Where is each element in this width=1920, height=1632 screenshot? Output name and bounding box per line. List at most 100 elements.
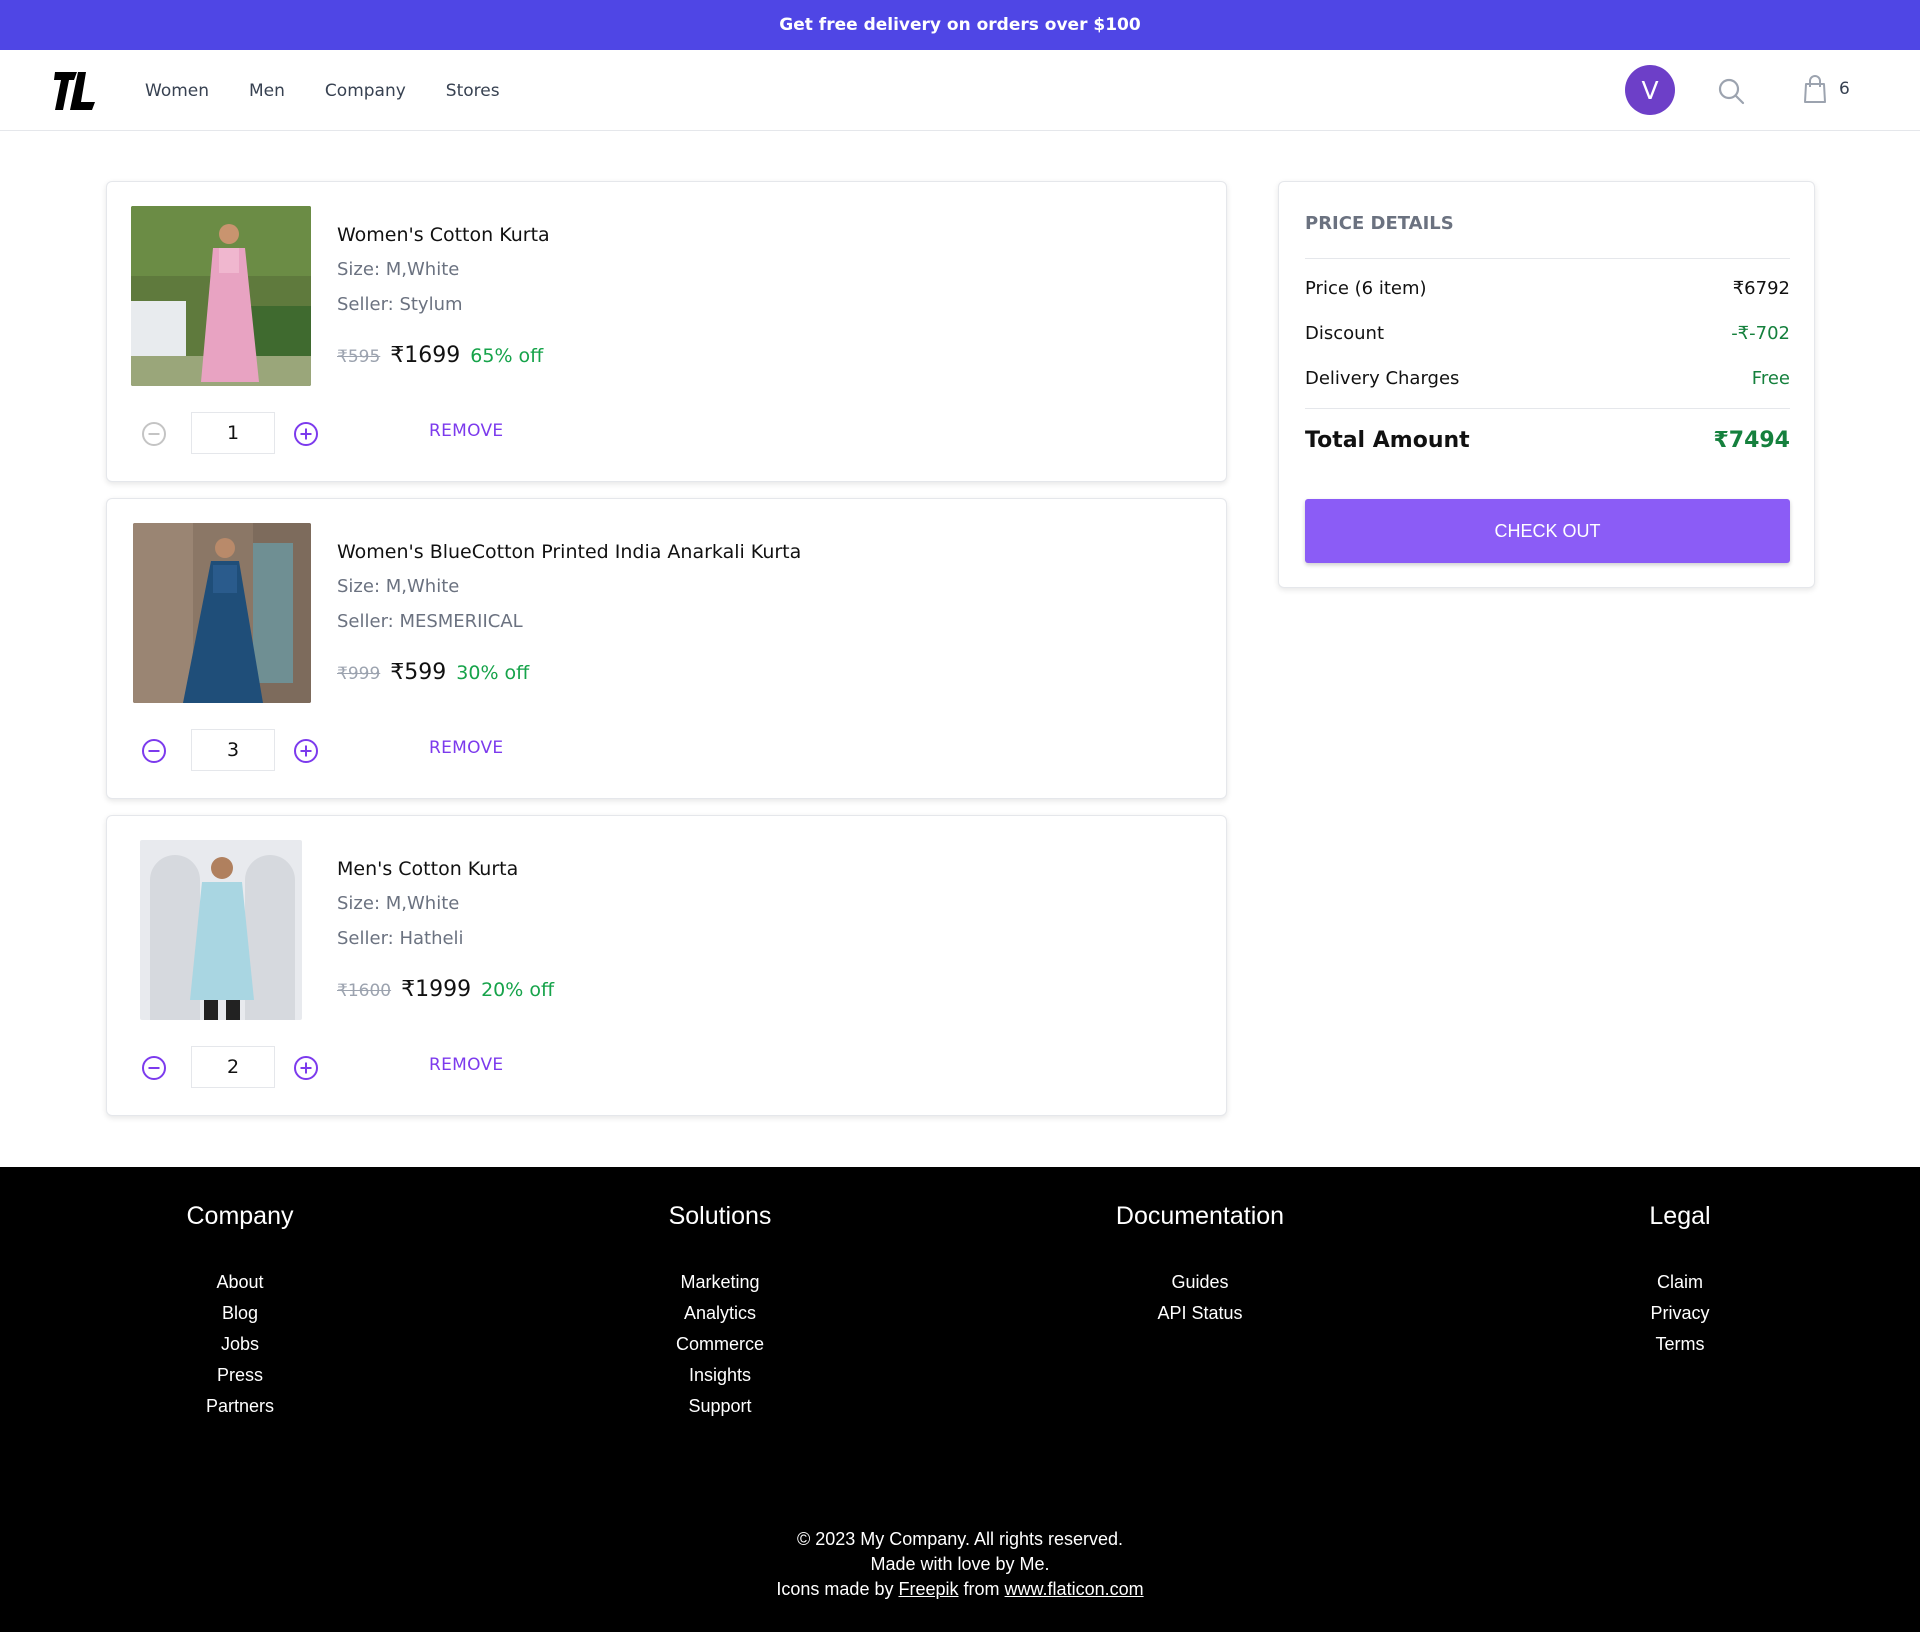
checkout-button[interactable]: CHECK OUT	[1305, 499, 1790, 563]
total-row: Total Amount ₹7494	[1305, 428, 1790, 453]
selling-price: ₹1999	[401, 977, 472, 1002]
product-title[interactable]: Women's Cotton Kurta	[337, 224, 550, 246]
price-row: ₹1600 ₹1999 20% off	[337, 977, 554, 1002]
freepik-link[interactable]: Freepik	[898, 1579, 958, 1599]
nav-link-men[interactable]: Men	[249, 81, 285, 101]
product-title[interactable]: Women's BlueCotton Printed India Anarkal…	[337, 541, 801, 563]
icon-credit-from: from	[963, 1579, 1000, 1599]
product-seller: Seller: MESMERIICAL	[337, 611, 523, 632]
made-with-text: Made with love by Me.	[870, 1554, 1050, 1574]
footer-link-press[interactable]: Press	[90, 1360, 390, 1391]
footer-link-partners[interactable]: Partners	[90, 1391, 390, 1422]
promo-text: Get free delivery on orders over $100	[779, 15, 1141, 35]
footer-heading: Solutions	[668, 1202, 772, 1230]
product-seller: Seller: Hatheli	[337, 928, 464, 949]
delivery-value: Free	[1751, 368, 1790, 389]
price-label: Price (6 item)	[1305, 278, 1427, 299]
plus-circle-icon[interactable]	[293, 421, 319, 447]
plus-circle-icon[interactable]	[293, 1055, 319, 1081]
copyright-text: © 2023 My Company. All rights reserved.	[796, 1529, 1124, 1549]
delivery-label: Delivery Charges	[1305, 368, 1460, 389]
minus-circle-icon[interactable]	[141, 421, 167, 447]
minus-circle-icon[interactable]	[141, 738, 167, 764]
quantity-input[interactable]	[191, 729, 275, 771]
icon-credit: Icons made by Freepik from www.flaticon.…	[0, 1577, 1920, 1602]
original-price: ₹1600	[337, 981, 392, 1001]
total-value: ₹7494	[1713, 428, 1790, 453]
search-icon[interactable]	[1716, 76, 1746, 106]
product-image[interactable]	[133, 523, 311, 703]
footer-column-legal: Legal Claim Privacy Terms	[1530, 1202, 1830, 1360]
product-image[interactable]	[131, 206, 311, 386]
product-size: Size: M,White	[337, 893, 460, 914]
cart-item-card: Men's Cotton Kurta Size: M,White Seller:…	[106, 815, 1227, 1116]
footer-heading: Company	[186, 1202, 294, 1230]
brand-logo[interactable]	[54, 70, 96, 112]
price-row: ₹999 ₹599 30% off	[337, 660, 529, 685]
footer-column-documentation: Documentation Guides API Status	[1050, 1202, 1350, 1329]
discount-percent: 65% off	[470, 345, 544, 367]
original-price: ₹595	[337, 347, 381, 367]
minus-circle-icon[interactable]	[141, 1055, 167, 1081]
remove-button[interactable]: REMOVE	[429, 738, 503, 758]
price-details-heading: PRICE DETAILS	[1305, 213, 1454, 234]
product-seller: Seller: Stylum	[337, 294, 463, 315]
footer-link-privacy[interactable]: Privacy	[1530, 1298, 1830, 1329]
avatar-letter: V	[1641, 75, 1659, 105]
discount-label: Discount	[1305, 323, 1385, 344]
footer-link-support[interactable]: Support	[570, 1391, 870, 1422]
footer-link-commerce[interactable]: Commerce	[570, 1329, 870, 1360]
delivery-row: Delivery Charges Free	[1305, 368, 1790, 389]
main-nav: Women Men Company Stores	[145, 50, 500, 131]
cart-count-badge[interactable]: 6	[1839, 79, 1850, 99]
price-row: Price (6 item) ₹6792	[1305, 278, 1790, 299]
copyright-block: © 2023 My Company. All rights reserved. …	[0, 1527, 1920, 1602]
quantity-input[interactable]	[191, 412, 275, 454]
nav-link-women[interactable]: Women	[145, 81, 209, 101]
footer-link-jobs[interactable]: Jobs	[90, 1329, 390, 1360]
remove-button[interactable]: REMOVE	[429, 1055, 503, 1075]
footer-link-terms[interactable]: Terms	[1530, 1329, 1830, 1360]
footer-link-blog[interactable]: Blog	[90, 1298, 390, 1329]
price-row: ₹595 ₹1699 65% off	[337, 343, 543, 368]
cart-item-card: Women's BlueCotton Printed India Anarkal…	[106, 498, 1227, 799]
discount-row: Discount -₹-702	[1305, 323, 1790, 344]
footer-link-analytics[interactable]: Analytics	[570, 1298, 870, 1329]
price-value: ₹6792	[1732, 278, 1790, 299]
footer-column-company: Company About Blog Jobs Press Partners	[90, 1202, 390, 1422]
footer-heading: Documentation	[1115, 1202, 1285, 1230]
discount-value: -₹-702	[1731, 323, 1790, 344]
original-price: ₹999	[337, 664, 381, 684]
divider	[1305, 258, 1790, 259]
total-label: Total Amount	[1305, 428, 1470, 453]
icon-credit-prefix: Icons made by	[776, 1579, 894, 1599]
footer-link-insights[interactable]: Insights	[570, 1360, 870, 1391]
nav-link-company[interactable]: Company	[325, 81, 406, 101]
top-navbar: Women Men Company Stores V 6	[0, 50, 1920, 131]
promo-banner: Get free delivery on orders over $100	[0, 0, 1920, 50]
remove-button[interactable]: REMOVE	[429, 421, 503, 441]
flaticon-link[interactable]: www.flaticon.com	[1005, 1579, 1144, 1599]
shopping-bag-icon[interactable]	[1800, 74, 1830, 104]
discount-percent: 20% off	[481, 979, 555, 1001]
cart-item-card: Women's Cotton Kurta Size: M,White Selle…	[106, 181, 1227, 482]
quantity-input[interactable]	[191, 1046, 275, 1088]
footer-link-guides[interactable]: Guides	[1050, 1267, 1350, 1298]
footer-link-claim[interactable]: Claim	[1530, 1267, 1830, 1298]
selling-price: ₹1699	[390, 343, 461, 368]
footer-link-marketing[interactable]: Marketing	[570, 1267, 870, 1298]
product-image[interactable]	[140, 840, 302, 1020]
footer-link-api-status[interactable]: API Status	[1050, 1298, 1350, 1329]
footer-heading: Legal	[1649, 1202, 1711, 1230]
plus-circle-icon[interactable]	[293, 738, 319, 764]
product-title[interactable]: Men's Cotton Kurta	[337, 858, 518, 880]
product-size: Size: M,White	[337, 259, 460, 280]
price-details-panel: PRICE DETAILS Price (6 item) ₹6792 Disco…	[1278, 181, 1815, 588]
product-size: Size: M,White	[337, 576, 460, 597]
divider	[1305, 408, 1790, 409]
user-avatar[interactable]: V	[1625, 65, 1675, 115]
footer-column-solutions: Solutions Marketing Analytics Commerce I…	[570, 1202, 870, 1422]
selling-price: ₹599	[390, 660, 447, 685]
nav-link-stores[interactable]: Stores	[446, 81, 500, 101]
footer-link-about[interactable]: About	[90, 1267, 390, 1298]
